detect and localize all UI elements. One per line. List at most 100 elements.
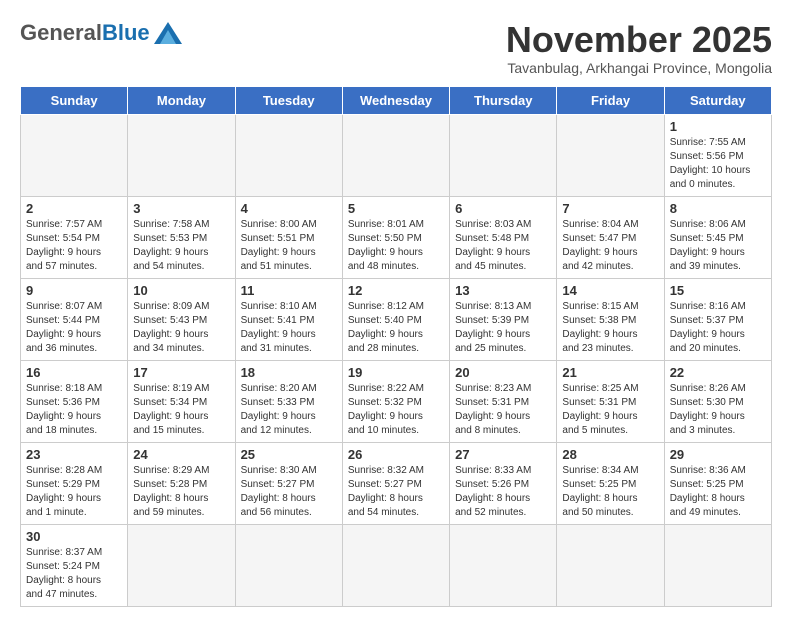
calendar-day-cell: 14Sunrise: 8:15 AM Sunset: 5:38 PM Dayli…	[557, 278, 664, 360]
calendar-day-cell: 20 Sunrise: 8:23 AM Sunset: 5:31 PM Dayli…	[450, 360, 557, 442]
calendar-day-cell: 4 Sunrise: 8:00 AM Sunset: 5:51 PM Daylig…	[235, 196, 342, 278]
day-info: Sunrise: 8:36 AM Sunset: 5:25 PM Dayligh…	[670, 464, 766, 520]
weekday-header-row: SundayMondayTuesdayWednesdayThursdayFrid…	[21, 86, 772, 114]
day-info: Sunrise: 7:58 AM Sunset: 5:53 PM Dayligh…	[133, 218, 229, 274]
calendar-day-cell	[664, 524, 771, 606]
day-number: 2	[26, 201, 122, 216]
calendar-day-cell: 17 Sunrise: 8:19 AM Sunset: 5:34 PM Dayli…	[128, 360, 235, 442]
calendar-week-row: 30Sunrise: 8:37 AM Sunset: 5:24 PM Dayli…	[21, 524, 772, 606]
calendar-day-cell: 28Sunrise: 8:34 AM Sunset: 5:25 PM Dayli…	[557, 442, 664, 524]
day-number: 15	[670, 283, 766, 298]
calendar-day-cell: 5Sunrise: 8:01 AM Sunset: 5:50 PM Daylig…	[342, 196, 449, 278]
day-info: Sunrise: 8:16 AM Sunset: 5:37 PM Dayligh…	[670, 300, 766, 356]
day-info: Sunrise: 8:03 AM Sunset: 5:48 PM Dayligh…	[455, 218, 551, 274]
calendar-day-cell	[342, 524, 449, 606]
calendar-day-cell: 1 Sunrise: 7:55 AM Sunset: 5:56 PM Daylig…	[664, 114, 771, 196]
calendar-day-cell: 22 Sunrise: 8:26 AM Sunset: 5:30 PM Dayli…	[664, 360, 771, 442]
calendar-day-cell: 3Sunrise: 7:58 AM Sunset: 5:53 PM Daylig…	[128, 196, 235, 278]
day-info: Sunrise: 8:19 AM Sunset: 5:34 PM Dayligh…	[133, 382, 229, 438]
day-info: Sunrise: 8:07 AM Sunset: 5:44 PM Dayligh…	[26, 300, 122, 356]
calendar-day-cell: 26Sunrise: 8:32 AM Sunset: 5:27 PM Dayli…	[342, 442, 449, 524]
calendar-week-row: 9 Sunrise: 8:07 AM Sunset: 5:44 PM Daylig…	[21, 278, 772, 360]
weekday-header-wednesday: Wednesday	[342, 86, 449, 114]
day-info: Sunrise: 8:23 AM Sunset: 5:31 PM Dayligh…	[455, 382, 551, 438]
calendar-day-cell: 16Sunrise: 8:18 AM Sunset: 5:36 PM Dayli…	[21, 360, 128, 442]
calendar-day-cell	[557, 114, 664, 196]
weekday-header-saturday: Saturday	[664, 86, 771, 114]
calendar-day-cell: 18 Sunrise: 8:20 AM Sunset: 5:33 PM Dayli…	[235, 360, 342, 442]
day-info: Sunrise: 8:06 AM Sunset: 5:45 PM Dayligh…	[670, 218, 766, 274]
calendar-day-cell: 6Sunrise: 8:03 AM Sunset: 5:48 PM Daylig…	[450, 196, 557, 278]
calendar-table: SundayMondayTuesdayWednesdayThursdayFrid…	[20, 86, 772, 607]
day-number: 22	[670, 365, 766, 380]
calendar-day-cell	[450, 114, 557, 196]
calendar-week-row: 1 Sunrise: 7:55 AM Sunset: 5:56 PM Daylig…	[21, 114, 772, 196]
weekday-header-thursday: Thursday	[450, 86, 557, 114]
calendar-day-cell: 2 Sunrise: 7:57 AM Sunset: 5:54 PM Daylig…	[21, 196, 128, 278]
day-info: Sunrise: 7:57 AM Sunset: 5:54 PM Dayligh…	[26, 218, 122, 274]
day-number: 4	[241, 201, 337, 216]
day-number: 17	[133, 365, 229, 380]
calendar-day-cell: 15 Sunrise: 8:16 AM Sunset: 5:37 PM Dayli…	[664, 278, 771, 360]
calendar-day-cell	[235, 114, 342, 196]
day-number: 11	[241, 283, 337, 298]
calendar-day-cell	[557, 524, 664, 606]
calendar-day-cell: 10 Sunrise: 8:09 AM Sunset: 5:43 PM Dayli…	[128, 278, 235, 360]
logo-icon	[154, 22, 182, 44]
calendar-day-cell: 13Sunrise: 8:13 AM Sunset: 5:39 PM Dayli…	[450, 278, 557, 360]
day-number: 8	[670, 201, 766, 216]
day-info: Sunrise: 8:00 AM Sunset: 5:51 PM Dayligh…	[241, 218, 337, 274]
calendar-day-cell: 11 Sunrise: 8:10 AM Sunset: 5:41 PM Dayli…	[235, 278, 342, 360]
day-info: Sunrise: 8:01 AM Sunset: 5:50 PM Dayligh…	[348, 218, 444, 274]
calendar-day-cell	[235, 524, 342, 606]
calendar-day-cell: 29Sunrise: 8:36 AM Sunset: 5:25 PM Dayli…	[664, 442, 771, 524]
calendar-week-row: 23Sunrise: 8:28 AM Sunset: 5:29 PM Dayli…	[21, 442, 772, 524]
day-info: Sunrise: 8:30 AM Sunset: 5:27 PM Dayligh…	[241, 464, 337, 520]
calendar-week-row: 2 Sunrise: 7:57 AM Sunset: 5:54 PM Daylig…	[21, 196, 772, 278]
day-number: 1	[670, 119, 766, 134]
calendar-day-cell	[128, 114, 235, 196]
day-number: 26	[348, 447, 444, 462]
calendar-day-cell: 21Sunrise: 8:25 AM Sunset: 5:31 PM Dayli…	[557, 360, 664, 442]
calendar-day-cell	[128, 524, 235, 606]
calendar-day-cell: 12Sunrise: 8:12 AM Sunset: 5:40 PM Dayli…	[342, 278, 449, 360]
title-section: November 2025 Tavanbulag, Arkhangai Prov…	[506, 20, 772, 76]
day-number: 27	[455, 447, 551, 462]
day-info: Sunrise: 7:55 AM Sunset: 5:56 PM Dayligh…	[670, 136, 766, 192]
day-number: 13	[455, 283, 551, 298]
weekday-header-friday: Friday	[557, 86, 664, 114]
day-number: 18	[241, 365, 337, 380]
day-number: 20	[455, 365, 551, 380]
day-info: Sunrise: 8:20 AM Sunset: 5:33 PM Dayligh…	[241, 382, 337, 438]
calendar-day-cell: 25 Sunrise: 8:30 AM Sunset: 5:27 PM Dayli…	[235, 442, 342, 524]
calendar-day-cell: 7Sunrise: 8:04 AM Sunset: 5:47 PM Daylig…	[557, 196, 664, 278]
calendar-day-cell: 27Sunrise: 8:33 AM Sunset: 5:26 PM Dayli…	[450, 442, 557, 524]
logo: General Blue	[20, 20, 182, 46]
day-info: Sunrise: 8:34 AM Sunset: 5:25 PM Dayligh…	[562, 464, 658, 520]
day-number: 24	[133, 447, 229, 462]
day-info: Sunrise: 8:09 AM Sunset: 5:43 PM Dayligh…	[133, 300, 229, 356]
day-info: Sunrise: 8:10 AM Sunset: 5:41 PM Dayligh…	[241, 300, 337, 356]
calendar-day-cell	[450, 524, 557, 606]
subtitle: Tavanbulag, Arkhangai Province, Mongolia	[506, 60, 772, 76]
day-info: Sunrise: 8:29 AM Sunset: 5:28 PM Dayligh…	[133, 464, 229, 520]
day-info: Sunrise: 8:37 AM Sunset: 5:24 PM Dayligh…	[26, 546, 122, 602]
calendar-day-cell: 8 Sunrise: 8:06 AM Sunset: 5:45 PM Daylig…	[664, 196, 771, 278]
calendar-day-cell: 24 Sunrise: 8:29 AM Sunset: 5:28 PM Dayli…	[128, 442, 235, 524]
day-info: Sunrise: 8:28 AM Sunset: 5:29 PM Dayligh…	[26, 464, 122, 520]
day-number: 7	[562, 201, 658, 216]
day-info: Sunrise: 8:25 AM Sunset: 5:31 PM Dayligh…	[562, 382, 658, 438]
logo-general-text: General	[20, 20, 102, 46]
calendar-day-cell: 19Sunrise: 8:22 AM Sunset: 5:32 PM Dayli…	[342, 360, 449, 442]
logo-blue-text: Blue	[102, 20, 150, 46]
day-number: 9	[26, 283, 122, 298]
day-number: 14	[562, 283, 658, 298]
calendar-day-cell: 23Sunrise: 8:28 AM Sunset: 5:29 PM Dayli…	[21, 442, 128, 524]
day-info: Sunrise: 8:26 AM Sunset: 5:30 PM Dayligh…	[670, 382, 766, 438]
day-number: 12	[348, 283, 444, 298]
day-number: 19	[348, 365, 444, 380]
day-info: Sunrise: 8:18 AM Sunset: 5:36 PM Dayligh…	[26, 382, 122, 438]
day-number: 10	[133, 283, 229, 298]
calendar-day-cell	[21, 114, 128, 196]
day-number: 25	[241, 447, 337, 462]
